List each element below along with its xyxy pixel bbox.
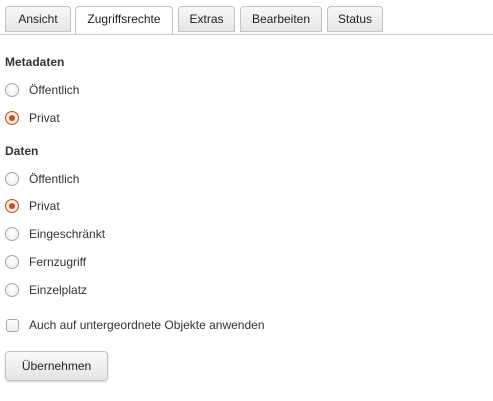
data-single-seat-label: Einzelplatz xyxy=(29,283,88,297)
data-public-radio[interactable] xyxy=(5,172,19,186)
tab-zugriffsrechte[interactable]: Zugriffsrechte xyxy=(75,6,173,35)
data-private-label: Privat xyxy=(29,199,60,213)
apply-button[interactable]: Übernehmen xyxy=(5,351,108,381)
data-restricted-label: Eingeschränkt xyxy=(29,227,106,241)
tab-ansicht[interactable]: Ansicht xyxy=(5,6,71,32)
data-option-private[interactable]: Privat xyxy=(5,198,60,214)
data-option-restricted[interactable]: Eingeschränkt xyxy=(5,226,105,242)
tab-extras[interactable]: Extras xyxy=(178,6,235,32)
data-private-radio[interactable] xyxy=(5,199,19,213)
data-public-label: Öffentlich xyxy=(29,172,80,186)
data-restricted-radio[interactable] xyxy=(5,227,19,241)
metadata-section-title: Metadaten xyxy=(5,55,65,69)
data-option-public[interactable]: Öffentlich xyxy=(5,171,79,187)
metadata-private-radio[interactable] xyxy=(5,111,19,125)
data-single-seat-radio[interactable] xyxy=(5,283,19,297)
metadata-public-radio[interactable] xyxy=(5,83,19,97)
data-remote-radio[interactable] xyxy=(5,255,19,269)
data-remote-label: Fernzugriff xyxy=(29,255,87,269)
tab-bearbeiten[interactable]: Bearbeiten xyxy=(240,6,322,32)
data-section-title: Daten xyxy=(5,144,39,158)
tab-bar-divider xyxy=(0,34,493,35)
apply-to-children-option[interactable]: Auch auf untergeordnete Objekte anwenden xyxy=(6,317,265,333)
metadata-private-label: Privat xyxy=(29,111,60,125)
metadata-option-private[interactable]: Privat xyxy=(5,110,60,126)
data-option-remote[interactable]: Fernzugriff xyxy=(5,254,86,270)
metadata-public-label: Öffentlich xyxy=(29,83,80,97)
tab-bar: Ansicht Zugriffsrechte Extras Bearbeiten… xyxy=(0,0,493,35)
metadata-option-public[interactable]: Öffentlich xyxy=(5,82,79,98)
apply-to-children-label: Auch auf untergeordnete Objekte anwenden xyxy=(29,318,265,332)
data-option-single-seat[interactable]: Einzelplatz xyxy=(5,282,87,298)
apply-to-children-checkbox[interactable] xyxy=(6,318,19,332)
tab-status[interactable]: Status xyxy=(327,6,383,32)
